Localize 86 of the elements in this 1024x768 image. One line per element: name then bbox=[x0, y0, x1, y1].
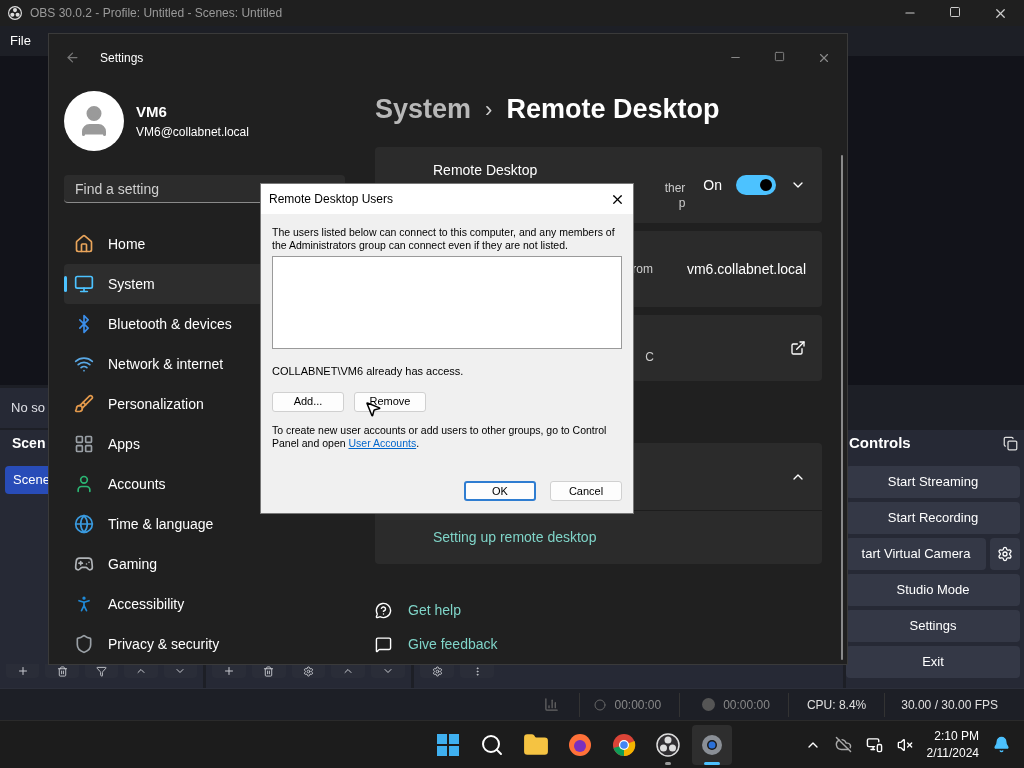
undock-icon[interactable] bbox=[1003, 435, 1018, 451]
toggle-label: On bbox=[703, 175, 722, 195]
control-button[interactable]: tart Virtual Camera bbox=[846, 538, 986, 570]
nav-item[interactable]: Time & language bbox=[64, 504, 354, 544]
page-title: Remote Desktop bbox=[506, 92, 720, 126]
help-icon bbox=[375, 602, 392, 619]
stream-time: 00:00:00 bbox=[614, 696, 662, 714]
ok-button[interactable]: OK bbox=[464, 481, 536, 501]
card-text: ther bbox=[664, 180, 686, 196]
user-email: VM6@collabnet.local bbox=[136, 124, 249, 142]
windows-logo-icon bbox=[435, 732, 460, 757]
help-link[interactable]: Setting up remote desktop bbox=[433, 527, 597, 548]
dialog-button[interactable]: Add... bbox=[272, 391, 344, 412]
control-button[interactable]: Start Recording bbox=[846, 502, 1020, 534]
control-button[interactable]: Settings bbox=[846, 610, 1020, 642]
help-link[interactable]: Give feedback bbox=[408, 634, 498, 655]
plus-icon bbox=[16, 665, 29, 677]
fox-globe-icon bbox=[566, 731, 593, 758]
clock-time[interactable]: 2:10 PM bbox=[934, 727, 979, 745]
clock-date[interactable]: 2/11/2024 bbox=[926, 744, 979, 762]
window-title: OBS 30.0.2 - Profile: Untitled - Scenes: Untitled bbox=[30, 5, 283, 22]
card-text: C bbox=[645, 349, 654, 366]
apps-icon bbox=[74, 434, 94, 454]
system-icon bbox=[74, 274, 94, 294]
dock-title: Scen bbox=[12, 433, 46, 453]
users-list[interactable] bbox=[272, 256, 622, 349]
filter-icon bbox=[96, 665, 107, 677]
toggle-switch[interactable] bbox=[736, 175, 776, 195]
trash-icon bbox=[263, 665, 275, 677]
help-link[interactable]: Get help bbox=[408, 600, 461, 621]
home-icon bbox=[74, 234, 94, 254]
accounts-icon bbox=[74, 474, 94, 494]
gear-icon bbox=[997, 546, 1013, 562]
feedback-icon bbox=[375, 636, 392, 653]
cpu-usage: CPU: 8.4% bbox=[806, 696, 867, 714]
fps-readout: 30.00 / 30.00 FPS bbox=[901, 696, 998, 714]
external-link-icon bbox=[790, 340, 806, 356]
network-icon bbox=[74, 354, 94, 374]
plus-icon bbox=[222, 665, 235, 677]
breadcrumb-parent[interactable]: System bbox=[375, 88, 472, 130]
personalization-icon bbox=[74, 394, 94, 414]
control-button[interactable]: Studio Mode bbox=[846, 574, 1020, 606]
card-value: vm6.collabnet.local bbox=[686, 259, 806, 279]
control-button[interactable]: Start Streaming bbox=[846, 466, 1020, 498]
maximize-icon[interactable] bbox=[949, 5, 961, 18]
control-button[interactable]: Exit bbox=[846, 646, 1020, 678]
nav-item[interactable]: Gaming bbox=[64, 544, 354, 584]
card-text: p bbox=[678, 195, 686, 211]
add-button[interactable] bbox=[6, 664, 40, 678]
dialog-button[interactable]: Remove bbox=[354, 391, 426, 412]
signal-icon bbox=[544, 697, 560, 712]
bell-icon[interactable] bbox=[993, 736, 1010, 753]
privacy-icon bbox=[74, 634, 94, 654]
obs-logo-icon bbox=[655, 732, 680, 757]
nav-item[interactable]: Accessibility bbox=[64, 584, 354, 624]
taskbar-button[interactable] bbox=[691, 724, 732, 765]
network-icon[interactable] bbox=[865, 736, 883, 753]
breadcrumb-separator: › bbox=[485, 95, 493, 124]
gear-icon bbox=[431, 665, 443, 677]
record-status-icon bbox=[702, 698, 716, 711]
back-icon[interactable] bbox=[65, 50, 80, 65]
user-name: VM6 bbox=[136, 101, 168, 122]
trash-icon bbox=[56, 665, 68, 677]
time-icon bbox=[74, 514, 94, 534]
volume-muted-icon[interactable] bbox=[896, 736, 913, 753]
dock-title: Controls bbox=[849, 432, 911, 453]
dialog-text: To create new user accounts or add users to other groups, go to Control Panel and open User Accounts. bbox=[272, 423, 608, 450]
gear-icon bbox=[699, 732, 724, 757]
record-time: 00:00:00 bbox=[723, 696, 770, 714]
cloud-off-icon[interactable] bbox=[834, 736, 852, 753]
search-icon bbox=[479, 732, 504, 757]
card-title: Remote Desktop bbox=[433, 160, 539, 180]
access-note: COLLABNET\VM6 already has access. bbox=[272, 364, 465, 379]
gear-icon bbox=[303, 665, 314, 677]
menu-item[interactable]: File bbox=[10, 31, 31, 51]
dialog-text: The users listed below can connect to this computer, and any members of the Administrators group can connect even if they are not listed. bbox=[272, 226, 616, 252]
window-title: Settings bbox=[100, 49, 144, 67]
folder-icon bbox=[522, 731, 549, 758]
chrome-icon bbox=[610, 731, 637, 758]
gaming-icon bbox=[74, 554, 94, 574]
settings-button[interactable] bbox=[990, 538, 1020, 570]
context-label: No so bbox=[11, 398, 45, 417]
obs-logo-icon bbox=[8, 6, 22, 20]
stream-status-icon bbox=[594, 698, 607, 711]
cancel-button[interactable]: Cancel bbox=[550, 481, 622, 501]
nav-item[interactable]: Privacy & security bbox=[64, 624, 354, 664]
